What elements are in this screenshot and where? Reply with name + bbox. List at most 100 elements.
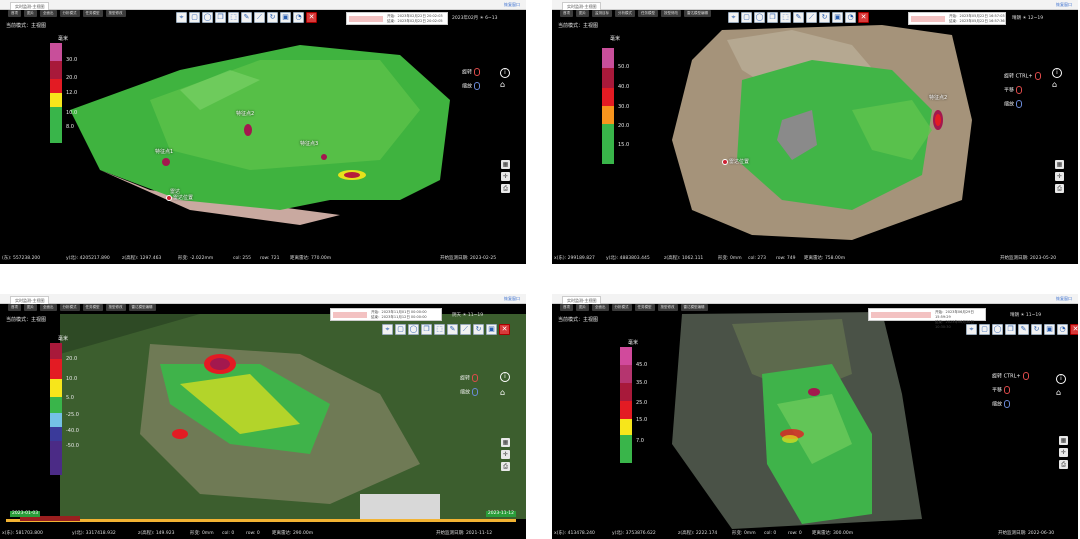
- home-icon[interactable]: ⌂: [1052, 80, 1057, 89]
- edit-icon[interactable]: ✎: [447, 324, 458, 335]
- screenshot-icon[interactable]: ▦: [1055, 160, 1064, 169]
- coord-z: z(高程): 1297.463: [122, 256, 162, 261]
- timeline-start-date: 2023-01-03: [10, 511, 41, 517]
- frame-icon[interactable]: ⬚: [434, 324, 445, 335]
- copy-icon[interactable]: ❐: [1005, 324, 1016, 335]
- circle-icon[interactable]: ◯: [408, 324, 419, 335]
- delete-icon[interactable]: ✕: [499, 324, 510, 335]
- monitor-icon[interactable]: ▣: [1044, 324, 1055, 335]
- feature-point-3[interactable]: 特征点3: [300, 140, 318, 147]
- info-icon[interactable]: i: [1056, 374, 1066, 384]
- coord-y: y(北): 4883803.445: [606, 256, 650, 261]
- screenshot-icon[interactable]: ▦: [1059, 436, 1068, 445]
- pan-label: 平移: [992, 387, 1003, 394]
- legend-label: -50.0: [66, 443, 79, 449]
- delete-icon[interactable]: ✕: [1070, 324, 1078, 335]
- home-icon[interactable]: ⌂: [500, 388, 505, 397]
- crosshair-icon[interactable]: ✛: [1055, 172, 1064, 181]
- mouse-left-icon: [1016, 86, 1023, 94]
- row-value: row: 0: [788, 531, 802, 536]
- legend-label: -25.0: [66, 412, 79, 418]
- coord-y: y(北): 3317418.932: [72, 531, 116, 536]
- legend-label: 25.0: [636, 400, 648, 406]
- toolbar: ⌖ ▢ ◯ ❐ ✎ ↻ ▣ ◔ ✕: [966, 324, 1078, 337]
- print-icon[interactable]: ⎙: [1059, 460, 1068, 469]
- radar-position[interactable]: 雷达位置: [166, 194, 193, 201]
- deformation-value: 形变: 0mm: [190, 531, 214, 536]
- legend-label: 10.0: [66, 376, 78, 382]
- time-slider[interactable]: 2023-01-03 2023-11-12: [6, 511, 516, 525]
- toolbar: ⌖ ▢ ◯ ❐ ⬚ ✎ ⟋ ↻ ▣ ✕: [382, 324, 510, 337]
- timeline-end-date: 2023-11-12: [485, 511, 516, 517]
- info-icon[interactable]: i: [500, 68, 510, 78]
- row-value: row: 0: [246, 531, 260, 536]
- col-value: col: 273: [748, 256, 767, 261]
- home-icon[interactable]: ⌂: [500, 80, 505, 89]
- feature-point-1[interactable]: 特征点1: [155, 148, 173, 155]
- coord-z: z(高程): 149.923: [138, 531, 175, 536]
- screenshot-icon[interactable]: ▦: [501, 438, 510, 447]
- mouse-left-icon: [1004, 386, 1011, 394]
- radar-distance: 距离雷达: 770.00m: [290, 256, 332, 261]
- radar-distance: 距离雷达: 300.00m: [812, 531, 854, 536]
- monitor-icon[interactable]: ▣: [486, 324, 497, 335]
- terrain-3d-view[interactable]: [0, 0, 526, 264]
- rectangle-icon[interactable]: ▢: [979, 324, 990, 335]
- deformation-value: 形变: 0mm: [732, 531, 756, 536]
- rotate-label: 旋转: [992, 373, 1003, 380]
- circle-icon[interactable]: ◯: [992, 324, 1003, 335]
- location-icon[interactable]: ⌖: [966, 324, 977, 335]
- legend-label: 50.0: [618, 64, 630, 70]
- monitor-start-date: 开始监测日期: 2023-02-25: [440, 256, 497, 261]
- side-tools: ▦ ✛ ⎙: [1055, 160, 1064, 193]
- radar-distance: 距离雷达: 290.00m: [272, 531, 314, 536]
- print-icon[interactable]: ⎙: [501, 184, 510, 193]
- status-bar: x(东): 581703.800 y(北): 3317418.932 z(高程)…: [0, 529, 526, 539]
- print-icon[interactable]: ⎙: [1055, 184, 1064, 193]
- ruler-icon[interactable]: ⟋: [460, 324, 471, 335]
- gauge-icon[interactable]: ◔: [1057, 324, 1068, 335]
- legend-label: 20.0: [66, 356, 78, 362]
- legend-label: 20.0: [618, 123, 630, 129]
- monitor-start-date: 开始监测日期: 2023-05-20: [1000, 256, 1057, 261]
- mouse-wheel-icon: [1016, 100, 1023, 108]
- copy-icon[interactable]: ❐: [421, 324, 432, 335]
- info-icon[interactable]: i: [1052, 68, 1062, 78]
- crosshair-icon[interactable]: ✛: [501, 172, 510, 181]
- edit-icon[interactable]: ✎: [1018, 324, 1029, 335]
- rotate-label: 旋转: [462, 69, 473, 76]
- location-icon[interactable]: ⌖: [382, 324, 393, 335]
- legend-label: 8.0: [66, 124, 74, 130]
- monitor-start-date: 开始监测日期: 2022-06-30: [998, 531, 1055, 536]
- coord-x: (东): 557238.200: [2, 256, 41, 261]
- col-value: col: 0: [222, 531, 235, 536]
- info-icon[interactable]: i: [500, 372, 510, 382]
- feature-point-2[interactable]: 特征点2: [236, 110, 254, 117]
- coord-x: x(东): 413478.240: [554, 531, 595, 536]
- status-bar: x(东): 413478.240 y(北): 3753876.622 z(高程)…: [552, 529, 1078, 539]
- rotate-icon[interactable]: ↻: [473, 324, 484, 335]
- print-icon[interactable]: ⎙: [501, 462, 510, 471]
- home-icon[interactable]: ⌂: [1056, 388, 1061, 397]
- view-panel-3: 实时监测-主视图 恢复窗口 首项 图片 全面出 分析模式 任务模型 按型修改 雷…: [0, 294, 526, 539]
- deformation-value: 形变: -2.022mm: [178, 256, 214, 261]
- crosshair-icon[interactable]: ✛: [501, 450, 510, 459]
- terrain-3d-view[interactable]: [552, 0, 1078, 264]
- radar-position[interactable]: 雷达位置: [722, 158, 749, 165]
- rectangle-icon[interactable]: ▢: [395, 324, 406, 335]
- rotate-icon[interactable]: ↻: [1031, 324, 1042, 335]
- monitor-start-date: 开始监测日期: 2021-11-12: [436, 531, 493, 536]
- timeline-track[interactable]: [6, 519, 516, 522]
- mouse-left-icon: [1034, 72, 1041, 80]
- legend-label: 7.0: [636, 438, 644, 444]
- screenshot-icon[interactable]: ▦: [501, 160, 510, 169]
- crosshair-icon[interactable]: ✛: [1059, 448, 1068, 457]
- legend-label: -40.0: [66, 428, 79, 434]
- zoom-label: 缩放: [1004, 101, 1015, 108]
- zoom-label: 缩放: [462, 83, 473, 90]
- legend-label: 20.0: [66, 75, 78, 81]
- feature-point-2[interactable]: 特征点2: [929, 94, 947, 101]
- ctrl-label: CTRL+: [1003, 373, 1021, 380]
- mouse-wheel-icon: [474, 82, 481, 90]
- legend-unit: 毫米: [628, 340, 639, 346]
